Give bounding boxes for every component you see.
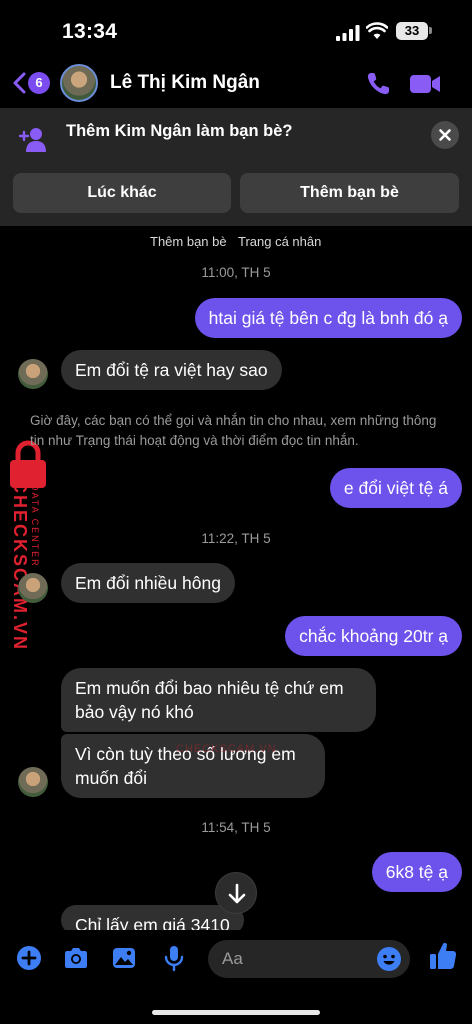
message-input-container[interactable] (208, 940, 410, 978)
add-friend-link[interactable]: Thêm bạn bè (150, 234, 227, 249)
timestamp: 11:22, TH 5 (201, 531, 271, 546)
status-bar: 13:34 33 (0, 0, 472, 62)
contact-avatar-small[interactable] (18, 767, 48, 797)
wifi-icon (366, 22, 388, 39)
arrow-down-icon (228, 883, 246, 904)
add-friend-button[interactable]: Thêm bạn bè (240, 173, 459, 213)
contact-avatar-small[interactable] (18, 359, 48, 389)
watermark-brand: CHECKSCAM.VN (10, 480, 30, 652)
watermark-center: CHECKSCAM.VN (176, 743, 277, 755)
unread-count-badge: 6 (28, 72, 50, 94)
timestamp: 11:00, TH 5 (201, 265, 271, 280)
received-message[interactable]: Em đổi tệ ra việt hay sao (61, 350, 282, 390)
contact-name[interactable]: Lê Thị Kim Ngân (110, 72, 260, 94)
sent-message[interactable]: 6k8 tệ ạ (371, 852, 462, 892)
emoji-icon[interactable] (376, 946, 402, 972)
contact-avatar[interactable] (60, 64, 98, 102)
sent-message[interactable]: e đổi việt tệ á (329, 468, 462, 508)
sent-message[interactable]: chắc khoảng 20tr ạ (285, 616, 462, 656)
sent-message[interactable]: htai giá tệ bên c đg là bnh đó ạ (194, 298, 462, 338)
add-friend-icon (18, 128, 46, 152)
chevron-left-icon (13, 72, 26, 94)
home-indicator (152, 1010, 320, 1015)
timestamp: 11:54, TH 5 (201, 820, 271, 835)
close-banner-button[interactable] (431, 121, 459, 149)
camera-icon[interactable] (62, 944, 90, 972)
connection-notice: Giờ đây, các bạn có thể gọi và nhắn tin … (30, 413, 437, 448)
cellular-signal-icon (336, 25, 360, 41)
add-friend-banner: Thêm Kim Ngân làm bạn bè? Lúc khác Thêm … (0, 108, 472, 226)
contact-avatar-small[interactable] (18, 573, 48, 603)
thumbs-up-icon[interactable] (428, 940, 458, 972)
message-input[interactable] (222, 940, 372, 978)
battery-tip (429, 27, 432, 34)
microphone-icon[interactable] (160, 944, 188, 972)
gallery-icon[interactable] (110, 944, 138, 972)
plus-circle-icon[interactable] (15, 944, 43, 972)
status-time: 13:34 (62, 20, 118, 43)
back-button[interactable]: 6 (12, 70, 52, 98)
phone-call-icon[interactable] (364, 70, 392, 98)
later-button[interactable]: Lúc khác (13, 173, 231, 213)
chat-header: 6 Lê Thị Kim Ngân (0, 62, 472, 106)
add-friend-prompt: Thêm Kim Ngân làm bạn bè? (66, 122, 293, 140)
video-call-icon[interactable] (408, 70, 442, 98)
profile-link[interactable]: Trang cá nhân (238, 234, 321, 249)
received-message[interactable]: Em đổi nhiều hông (61, 563, 235, 603)
scroll-to-bottom-button[interactable] (215, 872, 257, 914)
watermark-tagline: DATA CENTER (30, 484, 40, 568)
battery-indicator: 33 (396, 22, 428, 40)
received-message[interactable]: Em muốn đổi bao nhiêu tệ chứ em bảo vậy … (61, 668, 376, 732)
close-icon (439, 129, 451, 141)
